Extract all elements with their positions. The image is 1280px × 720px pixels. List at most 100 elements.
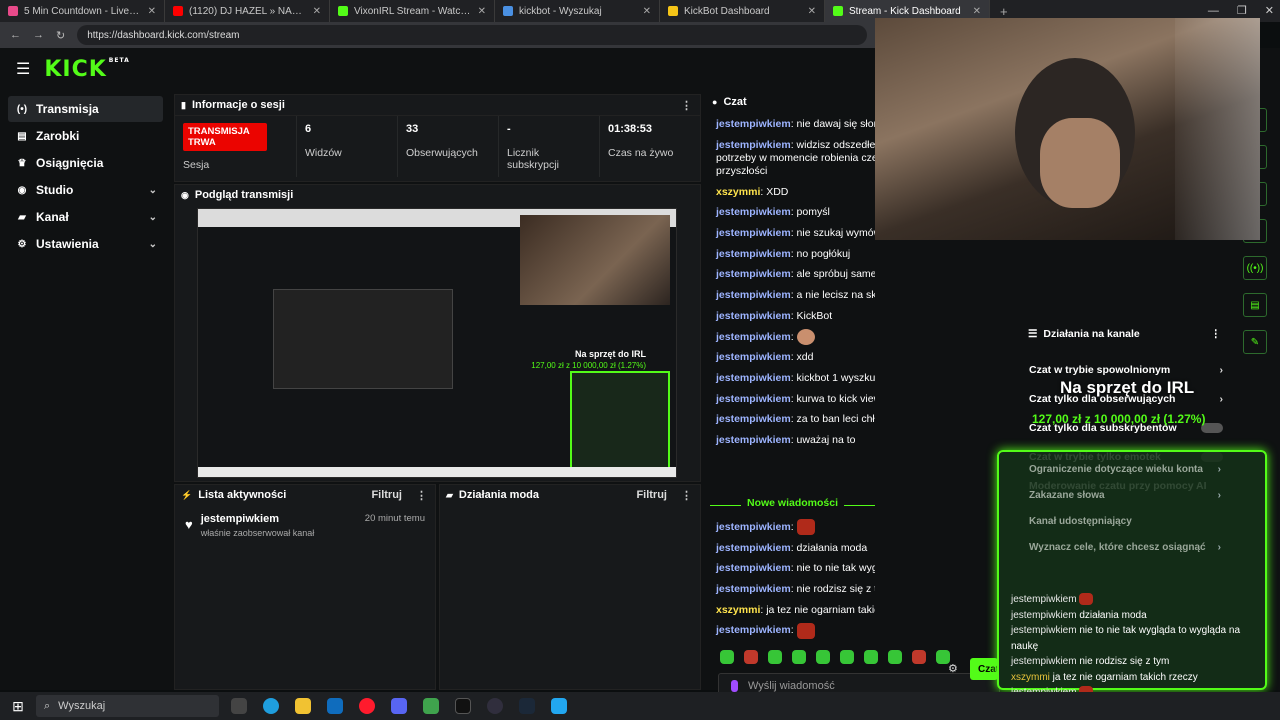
chat-message: jestempiwkiem: xyxy=(716,620,875,641)
mod-actions-title: Działania moda xyxy=(458,489,539,501)
close-tab-icon[interactable]: ✕ xyxy=(313,6,321,17)
chat-message: jestempiwkiem: KickBot xyxy=(716,309,833,322)
close-tab-icon[interactable]: ✕ xyxy=(973,6,981,17)
chat-username[interactable]: jestempiwkiem xyxy=(716,248,791,260)
chat-username[interactable]: jestempiwkiem xyxy=(716,206,791,218)
chat-username[interactable]: jestempiwkiem xyxy=(716,331,791,343)
sidebar-item-studio[interactable]: ◉ Studio ⌄ xyxy=(8,177,163,203)
channel-action-item[interactable]: Wyznacz cele, które chcesz osiągnąć › xyxy=(999,534,1265,560)
chat-send-button[interactable]: Czat xyxy=(970,658,999,680)
menu-icon[interactable]: ☰ xyxy=(16,59,30,79)
chat-username[interactable]: jestempiwkiem xyxy=(716,372,791,384)
chat-username[interactable]: jestempiwkiem xyxy=(716,624,791,636)
emote-icon[interactable] xyxy=(720,650,734,664)
green-app-icon[interactable] xyxy=(423,698,439,714)
browser-tab[interactable]: kickbot - Wyszukaj ✕ xyxy=(495,0,660,22)
browser-tab[interactable]: VixonIRL Stream - Watch Live on✕ xyxy=(330,0,495,22)
chat-username[interactable]: jestempiwkiem xyxy=(716,542,791,554)
sidebar-item-osiągnięcia[interactable]: ♛ Osiągnięcia xyxy=(8,150,163,176)
emote-icon[interactable] xyxy=(888,650,902,664)
sidebar-item-zarobki[interactable]: ▤ Zarobki xyxy=(8,123,163,149)
channel-action-item[interactable]: Ograniczenie dotyczące wieku konta › xyxy=(999,456,1265,482)
close-tab-icon[interactable]: ✕ xyxy=(643,6,651,17)
chat-username[interactable]: jestempiwkiem xyxy=(716,227,791,239)
browser-tab[interactable]: (1120) DJ HAZEL » NAJLEPSZ✕ xyxy=(165,0,330,22)
emote-icon[interactable] xyxy=(816,650,830,664)
broadcast-icon[interactable]: ((•)) xyxy=(1243,256,1267,280)
emote-icon[interactable] xyxy=(864,650,878,664)
overlay-chat-message: jestempiwkiem nie rodzisz się z tym xyxy=(1011,656,1170,667)
kick-logo[interactable]: KICK BETA xyxy=(44,57,129,82)
chevron-right-icon: › xyxy=(1217,541,1221,553)
forward-icon[interactable]: → xyxy=(33,29,44,41)
chat-username[interactable]: jestempiwkiem xyxy=(716,351,791,363)
new-messages-divider: Nowe wiadomości xyxy=(710,497,875,513)
edge-icon[interactable] xyxy=(263,698,279,714)
obs-icon[interactable] xyxy=(487,698,503,714)
kebab-icon[interactable]: ⋮ xyxy=(416,489,427,502)
chat-username[interactable]: jestempiwkiem xyxy=(716,139,791,151)
chat-username[interactable]: jestempiwkiem xyxy=(716,310,791,322)
mod-filter-button[interactable]: Filtruj xyxy=(636,489,667,501)
chat-username[interactable]: jestempiwkiem xyxy=(716,268,791,280)
chat-username[interactable]: jestempiwkiem xyxy=(716,289,791,301)
chat-message: jestempiwkiem: uważaj na to xyxy=(716,433,856,446)
sidebar-item-transmisja[interactable]: (•) Transmisja xyxy=(8,96,163,122)
close-tab-icon[interactable]: ✕ xyxy=(148,6,156,17)
gear-icon: ⚙ xyxy=(17,238,27,250)
chat-username[interactable]: jestempiwkiem xyxy=(716,393,791,405)
steam-icon[interactable] xyxy=(519,698,535,714)
chat-message: jestempiwkiem: pomyśl xyxy=(716,206,830,219)
taskbar-search[interactable]: ⌕ Wyszukaj xyxy=(36,695,219,717)
chat-username[interactable]: jestempiwkiem xyxy=(716,118,791,130)
chat-new-messages: jestempiwkiem: jestempiwkiem: działania … xyxy=(716,517,875,641)
activity-filter-button[interactable]: Filtruj xyxy=(371,489,402,501)
windows-start-icon[interactable]: ⊞ xyxy=(0,698,36,715)
chat-username[interactable]: jestempiwkiem xyxy=(716,562,791,574)
url-field[interactable]: https://dashboard.kick.com/stream xyxy=(77,25,867,45)
folder-icon[interactable] xyxy=(295,698,311,714)
stat-live-time: 01:38:53 Czas na żywo xyxy=(608,123,674,159)
sidebar-item-ustawienia[interactable]: ⚙ Ustawienia ⌄ xyxy=(8,231,163,257)
windows-taskbar: ⊞ ⌕ Wyszukaj xyxy=(0,692,1280,720)
chat-username[interactable]: jestempiwkiem xyxy=(716,413,791,425)
chat-message: jestempiwkiem: xyxy=(716,517,875,538)
browser-tab[interactable]: 5 Min Countdown - Live Stream S✕ xyxy=(0,0,165,22)
back-icon[interactable]: ← xyxy=(10,29,21,41)
tool-button[interactable]: ▤ xyxy=(1243,293,1267,317)
reload-icon[interactable]: ↻ xyxy=(56,29,65,42)
stream-preview[interactable]: Na sprzęt do IRL 127,00 zł z 10 000,00 z… xyxy=(197,208,677,478)
search-icon: ⌕ xyxy=(44,699,51,712)
sidebar-item-kanał[interactable]: ▰ Kanał ⌄ xyxy=(8,204,163,230)
vscode-icon[interactable] xyxy=(551,698,567,714)
chat-settings-icon[interactable]: ⚙ xyxy=(948,662,958,675)
preview-webcam xyxy=(520,215,670,305)
capcut-icon[interactable] xyxy=(455,698,471,714)
discord-icon[interactable] xyxy=(391,698,407,714)
emote-icon[interactable] xyxy=(912,650,926,664)
channel-action-item[interactable]: Kanał udostępniający xyxy=(999,508,1265,534)
kebab-icon[interactable]: ⋮ xyxy=(681,489,692,502)
wrench-icon[interactable]: ✎ xyxy=(1243,330,1267,354)
kebab-icon[interactable]: ⋮ xyxy=(1211,328,1222,340)
browser-tab[interactable]: KickBot Dashboard ✕ xyxy=(660,0,825,22)
emote-icon[interactable] xyxy=(840,650,854,664)
new-tab-icon[interactable]: + xyxy=(990,4,1018,19)
outlook-icon[interactable] xyxy=(327,698,343,714)
emote-icon[interactable] xyxy=(744,650,758,664)
emote-icon[interactable] xyxy=(768,650,782,664)
task-view-icon[interactable] xyxy=(231,698,247,714)
close-tab-icon[interactable]: ✕ xyxy=(808,6,816,17)
chat-username[interactable]: jestempiwkiem xyxy=(716,521,791,533)
close-window-icon[interactable]: ✕ xyxy=(1265,0,1274,22)
chat-username[interactable]: xszymmi xyxy=(716,604,760,616)
close-tab-icon[interactable]: ✕ xyxy=(478,6,486,17)
opera-icon[interactable] xyxy=(359,698,375,714)
activity-panel: ⚡ Lista aktywności Filtruj ⋮ ♥ jestempiwkie… xyxy=(174,484,436,690)
chat-username[interactable]: jestempiwkiem xyxy=(716,583,791,595)
emote-icon[interactable] xyxy=(792,650,806,664)
kebab-icon[interactable]: ⋮ xyxy=(681,99,692,112)
channel-action-item[interactable]: Zakazane słowa › xyxy=(999,482,1265,508)
chat-username[interactable]: jestempiwkiem xyxy=(716,434,791,446)
chat-username[interactable]: xszymmi xyxy=(716,186,760,198)
